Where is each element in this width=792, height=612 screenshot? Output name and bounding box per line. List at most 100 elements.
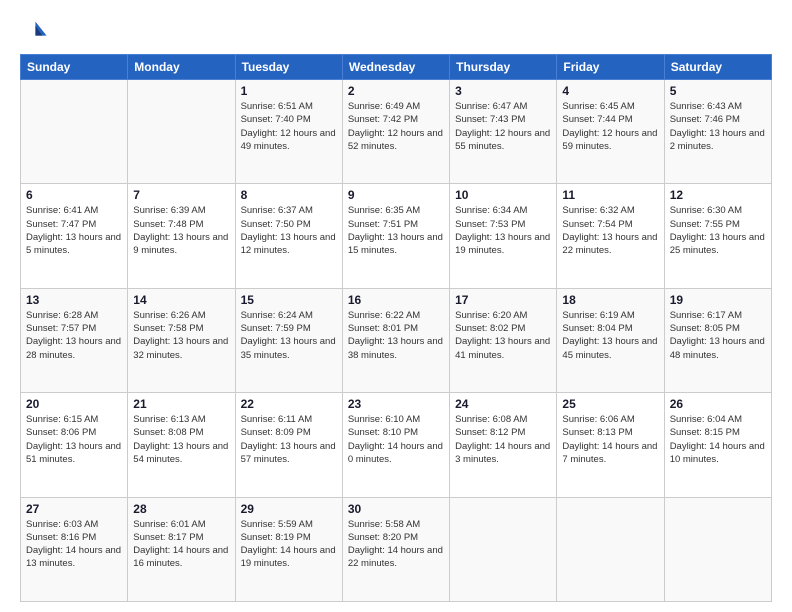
day-info: Sunrise: 6:45 AM Sunset: 7:44 PM Dayligh… <box>562 100 658 153</box>
day-number: 14 <box>133 293 229 307</box>
day-number: 9 <box>348 188 444 202</box>
table-row: 26 Sunrise: 6:04 AM Sunset: 8:15 PM Dayli… <box>664 393 771 497</box>
day-number: 23 <box>348 397 444 411</box>
day-info: Sunrise: 6:37 AM Sunset: 7:50 PM Dayligh… <box>241 204 337 257</box>
day-number: 2 <box>348 84 444 98</box>
table-row: 7 Sunrise: 6:39 AM Sunset: 7:48 PM Daylig… <box>128 184 235 288</box>
table-row: 19 Sunrise: 6:17 AM Sunset: 8:05 PM Dayli… <box>664 288 771 392</box>
day-number: 22 <box>241 397 337 411</box>
day-info: Sunrise: 6:39 AM Sunset: 7:48 PM Dayligh… <box>133 204 229 257</box>
day-info: Sunrise: 6:35 AM Sunset: 7:51 PM Dayligh… <box>348 204 444 257</box>
calendar-table: Sunday Monday Tuesday Wednesday Thursday… <box>20 54 772 602</box>
day-number: 29 <box>241 502 337 516</box>
day-info: Sunrise: 6:20 AM Sunset: 8:02 PM Dayligh… <box>455 309 551 362</box>
day-info: Sunrise: 6:06 AM Sunset: 8:13 PM Dayligh… <box>562 413 658 466</box>
day-info: Sunrise: 5:59 AM Sunset: 8:19 PM Dayligh… <box>241 518 337 571</box>
day-number: 25 <box>562 397 658 411</box>
table-row: 15Sunrise: 6:24 AM Sunset: 7:59 PM Dayli… <box>235 288 342 392</box>
calendar-week-row: 6 Sunrise: 6:41 AM Sunset: 7:47 PM Daylig… <box>21 184 772 288</box>
day-number: 17 <box>455 293 551 307</box>
logo-icon <box>20 16 48 44</box>
table-row: 20 Sunrise: 6:15 AM Sunset: 8:06 PM Dayli… <box>21 393 128 497</box>
day-number: 6 <box>26 188 122 202</box>
col-thursday: Thursday <box>450 55 557 80</box>
day-number: 13 <box>26 293 122 307</box>
day-info: Sunrise: 6:17 AM Sunset: 8:05 PM Dayligh… <box>670 309 766 362</box>
col-tuesday: Tuesday <box>235 55 342 80</box>
page-header <box>20 16 772 44</box>
col-saturday: Saturday <box>664 55 771 80</box>
table-row: 9 Sunrise: 6:35 AM Sunset: 7:51 PM Daylig… <box>342 184 449 288</box>
table-row <box>128 80 235 184</box>
table-row: 27Sunrise: 6:03 AM Sunset: 8:16 PM Dayli… <box>21 497 128 601</box>
day-number: 16 <box>348 293 444 307</box>
day-number: 1 <box>241 84 337 98</box>
col-sunday: Sunday <box>21 55 128 80</box>
day-info: Sunrise: 6:22 AM Sunset: 8:01 PM Dayligh… <box>348 309 444 362</box>
table-row: 25 Sunrise: 6:06 AM Sunset: 8:13 PM Dayli… <box>557 393 664 497</box>
calendar-week-row: 27Sunrise: 6:03 AM Sunset: 8:16 PM Dayli… <box>21 497 772 601</box>
table-row <box>664 497 771 601</box>
table-row: 16 Sunrise: 6:22 AM Sunset: 8:01 PM Dayli… <box>342 288 449 392</box>
table-row: 22 Sunrise: 6:11 AM Sunset: 8:09 PM Dayli… <box>235 393 342 497</box>
table-row: 17 Sunrise: 6:20 AM Sunset: 8:02 PM Dayli… <box>450 288 557 392</box>
day-info: Sunrise: 6:19 AM Sunset: 8:04 PM Dayligh… <box>562 309 658 362</box>
table-row: 12Sunrise: 6:30 AM Sunset: 7:55 PM Dayli… <box>664 184 771 288</box>
day-number: 18 <box>562 293 658 307</box>
day-info: Sunrise: 6:47 AM Sunset: 7:43 PM Dayligh… <box>455 100 551 153</box>
day-number: 7 <box>133 188 229 202</box>
table-row: 18 Sunrise: 6:19 AM Sunset: 8:04 PM Dayli… <box>557 288 664 392</box>
day-number: 24 <box>455 397 551 411</box>
calendar-week-row: 20 Sunrise: 6:15 AM Sunset: 8:06 PM Dayli… <box>21 393 772 497</box>
day-number: 10 <box>455 188 551 202</box>
day-info: Sunrise: 6:15 AM Sunset: 8:06 PM Dayligh… <box>26 413 122 466</box>
table-row: 28 Sunrise: 6:01 AM Sunset: 8:17 PM Dayli… <box>128 497 235 601</box>
table-row: 1 Sunrise: 6:51 AM Sunset: 7:40 PM Daylig… <box>235 80 342 184</box>
day-number: 8 <box>241 188 337 202</box>
day-info: Sunrise: 6:01 AM Sunset: 8:17 PM Dayligh… <box>133 518 229 571</box>
day-number: 30 <box>348 502 444 516</box>
day-info: Sunrise: 6:28 AM Sunset: 7:57 PM Dayligh… <box>26 309 122 362</box>
day-number: 19 <box>670 293 766 307</box>
day-number: 4 <box>562 84 658 98</box>
calendar-week-row: 1 Sunrise: 6:51 AM Sunset: 7:40 PM Daylig… <box>21 80 772 184</box>
day-number: 28 <box>133 502 229 516</box>
day-info: Sunrise: 6:43 AM Sunset: 7:46 PM Dayligh… <box>670 100 766 153</box>
table-row <box>557 497 664 601</box>
day-number: 11 <box>562 188 658 202</box>
day-info: Sunrise: 6:10 AM Sunset: 8:10 PM Dayligh… <box>348 413 444 466</box>
day-info: Sunrise: 6:51 AM Sunset: 7:40 PM Dayligh… <box>241 100 337 153</box>
day-number: 27 <box>26 502 122 516</box>
table-row <box>450 497 557 601</box>
calendar-header-row: Sunday Monday Tuesday Wednesday Thursday… <box>21 55 772 80</box>
day-info: Sunrise: 6:26 AM Sunset: 7:58 PM Dayligh… <box>133 309 229 362</box>
day-number: 5 <box>670 84 766 98</box>
table-row: 3 Sunrise: 6:47 AM Sunset: 7:43 PM Daylig… <box>450 80 557 184</box>
logo <box>20 16 52 44</box>
day-info: Sunrise: 5:58 AM Sunset: 8:20 PM Dayligh… <box>348 518 444 571</box>
day-info: Sunrise: 6:41 AM Sunset: 7:47 PM Dayligh… <box>26 204 122 257</box>
table-row: 8 Sunrise: 6:37 AM Sunset: 7:50 PM Daylig… <box>235 184 342 288</box>
table-row: 29 Sunrise: 5:59 AM Sunset: 8:19 PM Dayli… <box>235 497 342 601</box>
day-number: 12 <box>670 188 766 202</box>
table-row: 13 Sunrise: 6:28 AM Sunset: 7:57 PM Dayli… <box>21 288 128 392</box>
col-friday: Friday <box>557 55 664 80</box>
day-number: 21 <box>133 397 229 411</box>
table-row: 10 Sunrise: 6:34 AM Sunset: 7:53 PM Dayli… <box>450 184 557 288</box>
day-number: 26 <box>670 397 766 411</box>
day-info: Sunrise: 6:34 AM Sunset: 7:53 PM Dayligh… <box>455 204 551 257</box>
table-row: 24 Sunrise: 6:08 AM Sunset: 8:12 PM Dayli… <box>450 393 557 497</box>
day-info: Sunrise: 6:11 AM Sunset: 8:09 PM Dayligh… <box>241 413 337 466</box>
calendar-week-row: 13 Sunrise: 6:28 AM Sunset: 7:57 PM Dayli… <box>21 288 772 392</box>
table-row: 14 Sunrise: 6:26 AM Sunset: 7:58 PM Dayli… <box>128 288 235 392</box>
day-info: Sunrise: 6:04 AM Sunset: 8:15 PM Dayligh… <box>670 413 766 466</box>
table-row <box>21 80 128 184</box>
day-number: 20 <box>26 397 122 411</box>
table-row: 4 Sunrise: 6:45 AM Sunset: 7:44 PM Daylig… <box>557 80 664 184</box>
day-info: Sunrise: 6:08 AM Sunset: 8:12 PM Dayligh… <box>455 413 551 466</box>
table-row: 21 Sunrise: 6:13 AM Sunset: 8:08 PM Dayli… <box>128 393 235 497</box>
day-info: Sunrise: 6:13 AM Sunset: 8:08 PM Dayligh… <box>133 413 229 466</box>
day-number: 3 <box>455 84 551 98</box>
day-number: 15 <box>241 293 337 307</box>
table-row: 5 Sunrise: 6:43 AM Sunset: 7:46 PM Daylig… <box>664 80 771 184</box>
